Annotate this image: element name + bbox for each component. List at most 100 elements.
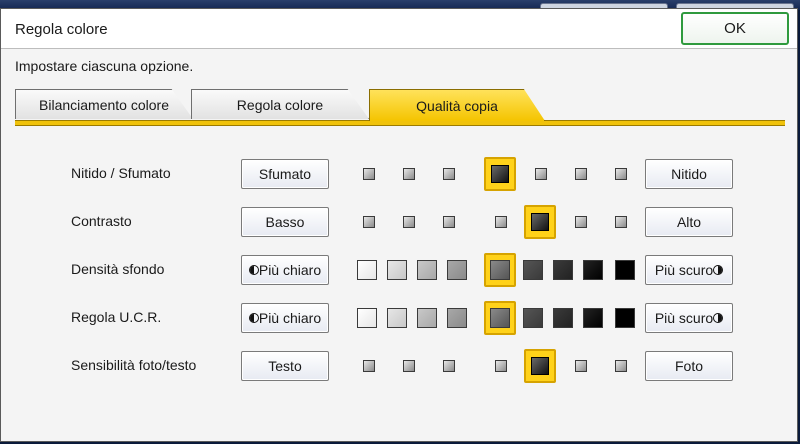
level-square-icon (443, 360, 455, 372)
level-scale (351, 301, 635, 335)
decrease-button[interactable]: Più chiaro (241, 255, 329, 285)
increase-button-label: Più scuro (654, 310, 714, 326)
level-square-icon (523, 260, 543, 280)
level-cell[interactable] (381, 301, 413, 335)
level-cell[interactable] (381, 253, 413, 287)
tab-regola-colore[interactable]: Regola colore (191, 89, 369, 119)
level-square-icon (615, 168, 627, 180)
level-cell[interactable] (484, 253, 516, 287)
level-cell[interactable] (433, 349, 465, 383)
level-square-icon (443, 216, 455, 228)
setting-label: Nitido / Sfumato (71, 165, 171, 181)
level-square-icon (491, 165, 509, 183)
increase-button[interactable]: Più scuro (645, 255, 733, 285)
increase-button[interactable]: Più scuro (645, 303, 733, 333)
level-square-icon (490, 308, 510, 328)
decrease-button[interactable]: Più chiaro (241, 303, 329, 333)
level-cell[interactable] (393, 157, 425, 191)
level-cell[interactable] (351, 301, 383, 335)
level-square-icon (495, 360, 507, 372)
level-square-icon (495, 216, 507, 228)
level-cell[interactable] (524, 205, 556, 239)
level-square-icon (387, 260, 407, 280)
level-cell[interactable] (433, 157, 465, 191)
level-cell[interactable] (517, 301, 549, 335)
level-square-icon (531, 357, 549, 375)
level-square-icon (447, 260, 467, 280)
level-square-icon (403, 216, 415, 228)
instruction-text: Impostare ciascuna opzione. (15, 58, 194, 74)
half-circle-right-icon (713, 313, 724, 323)
level-cell[interactable] (353, 205, 385, 239)
level-cell[interactable] (524, 349, 556, 383)
level-cell[interactable] (565, 349, 597, 383)
level-square-icon (357, 308, 377, 328)
level-cell[interactable] (411, 301, 443, 335)
level-cell[interactable] (393, 205, 425, 239)
decrease-button-label: Testo (268, 358, 302, 374)
level-cell[interactable] (577, 253, 609, 287)
setting-label: Contrasto (71, 213, 132, 229)
level-square-icon (575, 360, 587, 372)
level-cell[interactable] (353, 349, 385, 383)
level-scale (353, 349, 627, 383)
level-cell[interactable] (441, 301, 473, 335)
level-square-icon (363, 216, 375, 228)
level-cell[interactable] (485, 205, 517, 239)
level-cell[interactable] (393, 349, 425, 383)
level-square-icon (417, 308, 437, 328)
tab-bilanciamento-colore[interactable]: Bilanciamento colore (15, 89, 193, 119)
level-square-icon (553, 260, 573, 280)
decrease-button[interactable]: Sfumato (241, 159, 329, 189)
level-cell[interactable] (605, 157, 637, 191)
level-square-icon (417, 260, 437, 280)
increase-button-label: Nitido (671, 166, 707, 182)
setting-label: Regola U.C.R. (71, 309, 162, 325)
level-cell[interactable] (577, 301, 609, 335)
level-cell[interactable] (605, 205, 637, 239)
level-square-icon (583, 308, 603, 328)
level-square-icon (575, 216, 587, 228)
level-square-icon (531, 213, 549, 231)
setting-row: Nitido / Sfumato Sfumato Nitido (15, 157, 785, 191)
level-cell[interactable] (565, 205, 597, 239)
setting-row: Regola U.C.R. Più chiaro Più scuro (15, 301, 785, 335)
increase-button-label: Foto (674, 358, 703, 374)
decrease-button[interactable]: Basso (241, 207, 329, 237)
setting-row: Contrasto Basso Alto (15, 205, 785, 239)
decrease-button[interactable]: Testo (241, 351, 329, 381)
level-cell[interactable] (517, 253, 549, 287)
ok-button[interactable]: OK (681, 12, 789, 45)
setting-row: Densità sfondo Più chiaro Più scuro (15, 253, 785, 287)
tab-qualita-copia[interactable]: Qualità copia (369, 89, 545, 121)
level-square-icon (387, 308, 407, 328)
increase-button-label: Alto (676, 214, 702, 230)
half-circle-right-icon (713, 265, 724, 275)
setting-label: Densità sfondo (71, 261, 165, 277)
increase-button[interactable]: Alto (645, 207, 733, 237)
level-cell[interactable] (547, 301, 579, 335)
level-cell[interactable] (484, 157, 516, 191)
level-cell[interactable] (411, 253, 443, 287)
level-cell[interactable] (609, 301, 641, 335)
level-square-icon (553, 308, 573, 328)
setting-label: Sensibilità foto/testo (71, 357, 197, 373)
level-cell[interactable] (441, 253, 473, 287)
level-cell[interactable] (433, 205, 465, 239)
level-cell[interactable] (353, 157, 385, 191)
half-circle-left-icon (248, 313, 259, 323)
level-square-icon (615, 216, 627, 228)
level-cell[interactable] (547, 253, 579, 287)
increase-button[interactable]: Nitido (645, 159, 733, 189)
increase-button[interactable]: Foto (645, 351, 733, 381)
level-cell[interactable] (525, 157, 557, 191)
level-cell[interactable] (485, 349, 517, 383)
decrease-button-label: Più chiaro (258, 310, 322, 326)
level-square-icon (357, 260, 377, 280)
decrease-button-label: Sfumato (258, 166, 312, 182)
level-cell[interactable] (351, 253, 383, 287)
level-cell[interactable] (565, 157, 597, 191)
level-cell[interactable] (484, 301, 516, 335)
level-cell[interactable] (605, 349, 637, 383)
level-cell[interactable] (609, 253, 641, 287)
